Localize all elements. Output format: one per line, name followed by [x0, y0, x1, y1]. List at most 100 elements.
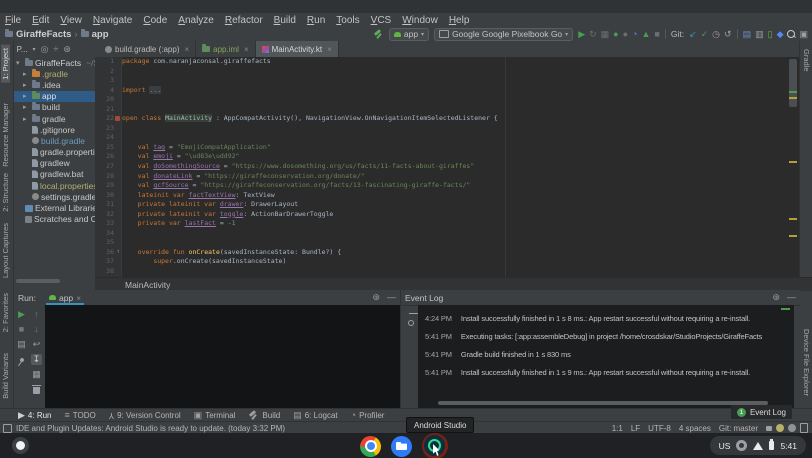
- event-log-hscrollbar[interactable]: [438, 401, 768, 405]
- clear-all-icon[interactable]: [33, 387, 40, 394]
- tool-stripe-gradle[interactable]: Gradle: [802, 49, 811, 72]
- collapse-all-icon[interactable]: ÷: [53, 45, 58, 54]
- up-stack-trace-icon[interactable]: ↑: [34, 310, 39, 319]
- stop-icon[interactable]: ■: [654, 30, 659, 39]
- close-icon[interactable]: ×: [244, 45, 249, 54]
- event-log-entry[interactable]: 4:24 PMInstall successfully finished in …: [425, 314, 794, 323]
- tray-account-icon[interactable]: [736, 440, 747, 451]
- tree-item-gradlew[interactable]: gradlew: [14, 158, 95, 169]
- apply-code-changes-icon[interactable]: ▲: [641, 30, 650, 39]
- tree-item-external-libraries[interactable]: External Libraries: [14, 202, 95, 213]
- status-4-spaces[interactable]: 4 spaces: [679, 424, 711, 433]
- expand-arrow-icon[interactable]: ▾: [16, 59, 23, 67]
- menu-refactor[interactable]: Refactor: [225, 15, 263, 26]
- toolwindow-terminal[interactable]: ▣Terminal: [194, 411, 236, 420]
- tree-item-build-gradle[interactable]: build.gradle: [14, 135, 95, 146]
- minimize-icon[interactable]: —: [387, 293, 396, 302]
- menu-build[interactable]: Build: [274, 15, 296, 26]
- tree-item-gradle-properties[interactable]: gradle.properties: [14, 147, 95, 158]
- tool-stripe-1-project[interactable]: 1: Project: [1, 45, 10, 83]
- run-console[interactable]: [45, 305, 400, 408]
- tree-item-gradlew-bat[interactable]: gradlew.bat: [14, 169, 95, 180]
- files-icon[interactable]: [391, 436, 412, 457]
- history-icon[interactable]: ◷: [712, 30, 720, 39]
- close-icon[interactable]: ×: [76, 293, 81, 303]
- apply-changes-icon[interactable]: ↻: [589, 30, 597, 39]
- tree-item-gradle[interactable]: ▸gradle: [14, 113, 95, 124]
- expand-arrow-icon[interactable]: ▸: [23, 115, 30, 123]
- project-scrollbar[interactable]: [16, 279, 60, 283]
- toolwindow-build[interactable]: Build: [248, 410, 280, 421]
- tree-item--gitignore[interactable]: .gitignore: [14, 124, 95, 135]
- tree-item--gradle[interactable]: ▸.gradle: [14, 68, 95, 79]
- scroll-to-end-icon[interactable]: ↧: [33, 355, 41, 364]
- menu-edit[interactable]: Edit: [32, 15, 49, 26]
- tool-stripe-2-structure[interactable]: 2: Structure: [1, 173, 10, 212]
- menu-tools[interactable]: Tools: [336, 15, 359, 26]
- breadcrumb-class[interactable]: MainActivity: [125, 280, 170, 290]
- debug-icon[interactable]: ●: [613, 30, 618, 39]
- breadcrumb-item-app[interactable]: app: [81, 29, 109, 40]
- soft-wrap-icon[interactable]: ↩: [33, 340, 41, 349]
- close-icon[interactable]: ×: [184, 45, 189, 54]
- breadcrumb-item-giraffefacts[interactable]: GiraffeFacts: [5, 29, 71, 40]
- down-stack-trace-icon[interactable]: ↓: [34, 325, 39, 334]
- menu-help[interactable]: Help: [449, 15, 470, 26]
- menu-vcs[interactable]: VCS: [371, 15, 392, 26]
- reader-mode-icon[interactable]: [800, 423, 808, 433]
- menu-analyze[interactable]: Analyze: [178, 15, 214, 26]
- status-git-master[interactable]: Git: master: [719, 424, 758, 433]
- menu-file[interactable]: File: [5, 15, 21, 26]
- tab-mainactivity-kt[interactable]: MainActivity.kt×: [256, 41, 339, 57]
- bookmark-icon[interactable]: [115, 116, 120, 121]
- menu-run[interactable]: Run: [307, 15, 325, 26]
- avd-manager-icon[interactable]: ▯: [768, 30, 773, 39]
- run-icon[interactable]: ▶: [578, 30, 585, 39]
- commit-icon[interactable]: ✓: [701, 30, 709, 39]
- project-view-select[interactable]: P...: [17, 45, 28, 54]
- layout-inspector-icon[interactable]: ▥: [755, 30, 764, 39]
- toolbar-settings-icon[interactable]: ▣: [799, 30, 808, 39]
- attach-debugger-icon[interactable]: ●: [623, 30, 628, 39]
- status-1-1[interactable]: 1:1: [612, 424, 623, 433]
- print-icon[interactable]: ▦: [32, 370, 41, 379]
- tree-item-settings-gradle[interactable]: settings.gradle: [14, 191, 95, 202]
- status-lf[interactable]: LF: [631, 424, 640, 433]
- restore-layout-icon[interactable]: ▤: [17, 340, 26, 349]
- event-log-content[interactable]: 4:24 PMInstall successfully finished in …: [418, 305, 794, 408]
- minimize-icon[interactable]: —: [787, 293, 796, 302]
- tree-item-app[interactable]: ▸app: [14, 91, 95, 102]
- menu-view[interactable]: View: [60, 15, 82, 26]
- panel-settings-icon[interactable]: ⊛: [63, 45, 71, 54]
- run-tab-app[interactable]: app ×: [46, 290, 84, 305]
- event-log-entry[interactable]: 5:41 PMGradle build finished in 1 s 830 …: [425, 350, 794, 359]
- editor-scrollbar[interactable]: [787, 57, 799, 277]
- pin-icon[interactable]: [19, 357, 25, 363]
- expand-arrow-icon[interactable]: ▸: [23, 70, 30, 78]
- locate-file-icon[interactable]: ◎: [41, 45, 49, 54]
- rollback-icon[interactable]: ↺: [724, 30, 732, 39]
- profiler-icon[interactable]: ◔: [632, 30, 637, 39]
- sdk-manager-icon[interactable]: ◆: [777, 30, 784, 39]
- menu-code[interactable]: Code: [143, 15, 167, 26]
- toolwindow-4-run[interactable]: ▶4: Run: [18, 411, 52, 420]
- status-utf-8[interactable]: UTF-8: [648, 424, 671, 433]
- tree-item-scratches-and-consoles[interactable]: Scratches and Consoles: [14, 214, 95, 225]
- event-log-badge[interactable]: 1 Event Log: [731, 405, 792, 419]
- run-config-select[interactable]: app ▾: [389, 28, 429, 41]
- toolwindow-9-version-control[interactable]: Y9: Version Control: [109, 411, 181, 420]
- android-studio-shelf-item[interactable]: [422, 434, 451, 458]
- toolwindow-todo[interactable]: ≡TODO: [65, 411, 96, 420]
- override-marker-icon[interactable]: ↑: [115, 249, 120, 254]
- event-log-entry[interactable]: 5:41 PMInstall successfully finished in …: [425, 368, 794, 377]
- menu-window[interactable]: Window: [402, 15, 438, 26]
- device-file-explorer-icon[interactable]: ▤: [743, 30, 752, 39]
- code-editor[interactable]: 12342021222324252627282930313233343536↑3…: [95, 57, 799, 277]
- chrome-icon[interactable]: [360, 436, 381, 457]
- update-project-icon[interactable]: ↙: [689, 30, 697, 39]
- hammer-icon[interactable]: [373, 29, 384, 40]
- tree-item-build[interactable]: ▸build: [14, 102, 95, 113]
- scrollbar-thumb[interactable]: [789, 59, 797, 107]
- status-message[interactable]: IDE and Plugin Updates: Android Studio i…: [0, 424, 285, 433]
- expand-arrow-icon[interactable]: ▸: [23, 81, 30, 89]
